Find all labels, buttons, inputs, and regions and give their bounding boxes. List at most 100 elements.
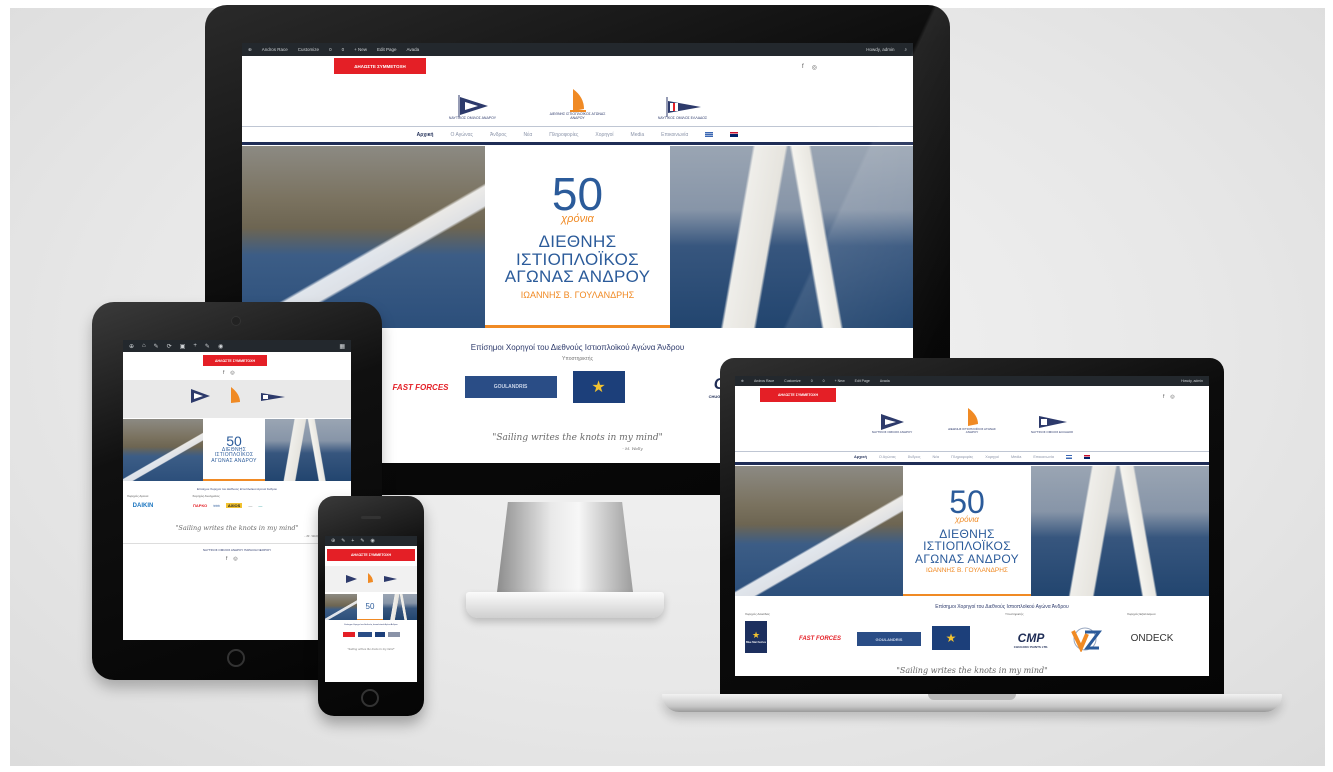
facebook-icon[interactable]: f: [223, 370, 224, 376]
flag-pennant-icon: [384, 576, 397, 582]
sponsor-logo[interactable]: [342, 632, 355, 637]
sponsor-bluestar[interactable]: ★ Blue Star Ferries: [745, 621, 767, 653]
sponsor-star-logo[interactable]: ★: [572, 371, 625, 403]
nav-item[interactable]: Άνδρος: [490, 132, 507, 138]
wordpress-icon[interactable]: ⊕: [248, 47, 252, 53]
sponsor-ondeck[interactable]: ONDECK: [1125, 632, 1179, 644]
nav-item[interactable]: Νέα: [524, 132, 533, 138]
nav-item[interactable]: Χορηγοί: [595, 132, 613, 138]
sponsor-logo[interactable]: [357, 632, 372, 637]
sponsor-fastforces[interactable]: FAST FORCES: [790, 634, 850, 644]
greek-flag-icon[interactable]: [705, 132, 714, 137]
social-icons: f ◎: [802, 64, 817, 71]
sponsor-logo[interactable]: —: [248, 503, 252, 508]
facebook-icon[interactable]: f: [226, 556, 227, 562]
sponsor-logo[interactable]: AXIOS: [225, 503, 243, 508]
admin-bar-item[interactable]: Andros Race: [262, 47, 288, 52]
sponsor-cmp[interactable]: CMP CHUGOKU PAINTS LTD.: [1003, 628, 1059, 652]
nav-item[interactable]: Ο Αγώνας: [451, 132, 473, 138]
brush-icon[interactable]: ✎: [341, 538, 345, 544]
admin-bar-item[interactable]: Customize: [298, 47, 319, 52]
sponsor-goulandris[interactable]: GOULANDRIS: [857, 632, 921, 646]
hellenic-club-logo[interactable]: ΝΑΥΤΙΚΟΣ ΟΜΙΛΟΣ ΕΛΛΑΔΟΣ: [1024, 413, 1080, 434]
nav-item[interactable]: Media: [631, 132, 645, 138]
admin-bar-item[interactable]: 0: [329, 47, 332, 52]
plus-icon[interactable]: +: [351, 538, 354, 544]
pennant-icon: [191, 389, 210, 403]
avada-icon[interactable]: ◉: [371, 538, 375, 544]
participate-button[interactable]: ΔΗΛΩΣΤΕ ΣΥΜΜΕΤΟΧΗ: [327, 549, 415, 561]
nav-item[interactable]: Ο Αγώνας: [879, 455, 896, 459]
nav-item[interactable]: Χορηγοί: [985, 455, 999, 459]
sponsor-goulandris[interactable]: GOULANDRIS: [464, 376, 557, 398]
nav-item[interactable]: Νέα: [932, 455, 939, 459]
plus-icon[interactable]: +: [193, 343, 197, 349]
nav-item[interactable]: Πληροφορίες: [549, 132, 578, 138]
club-logo[interactable]: ΝΑΥΤΙΚΟΣ ΟΜΙΛΟΣ ΑΝΔΡΟΥ: [864, 413, 920, 434]
participate-button[interactable]: ΔΗΛΩΣΤΕ ΣΥΜΜΕΤΟΧΗ: [334, 58, 426, 74]
nav-item[interactable]: Επικοινωνία: [661, 132, 688, 138]
sponsor-label: Υποστηρικτής: [1005, 612, 1024, 616]
admin-bar-item[interactable]: + New: [354, 47, 367, 52]
admin-greeting[interactable]: Howdy, admin: [866, 47, 894, 52]
admin-bar-item[interactable]: 0: [811, 379, 813, 383]
admin-bar-item[interactable]: Avada: [407, 47, 420, 52]
admin-bar-item[interactable]: 0: [823, 379, 825, 383]
instagram-icon[interactable]: ◎: [1170, 394, 1174, 400]
phone-speaker: [361, 516, 381, 519]
nav-item[interactable]: Άνδρος: [908, 455, 921, 459]
sponsor-logo[interactable]: ΠΑΡΚΟ: [193, 503, 207, 508]
flag-pennant-icon: [261, 393, 285, 401]
sponsor-star-logo[interactable]: ★: [932, 626, 970, 650]
admin-bar-item[interactable]: Edit Page: [377, 47, 397, 52]
brush-icon[interactable]: ✎: [154, 343, 159, 350]
wordpress-icon[interactable]: ⊕: [331, 538, 335, 544]
banner-line-3: ΑΓΩΝΑΣ ΑΝΔΡΟΥ: [504, 267, 651, 287]
race-logo[interactable]: ΔΙΕΘΝΗΣ ΙΣΤΙΟΠΛΟΪΚΟΣ ΑΓΩΝΑΣ ΑΝΔΡΟΥ: [548, 87, 608, 121]
race-logo[interactable]: ΔΙΕΘΝΗΣ ΙΣΤΙΟΠΛΟΪΚΟΣ ΑΓΩΝΑΣ ΑΝΔΡΟΥ: [948, 406, 996, 435]
admin-greeting[interactable]: Howdy, admin: [1181, 379, 1203, 383]
sponsor-logo[interactable]: ≈≈≈: [213, 503, 220, 508]
edit-icon[interactable]: ✎: [360, 538, 364, 544]
admin-bar-item[interactable]: Edit Page: [855, 379, 870, 383]
instagram-icon[interactable]: ◎: [233, 556, 237, 562]
nav-item[interactable]: Επικοινωνία: [1033, 455, 1054, 459]
phone-home-button[interactable]: [361, 689, 379, 707]
user-icon[interactable]: ▦: [339, 343, 345, 350]
facebook-icon[interactable]: f: [1163, 394, 1164, 400]
nav-item[interactable]: Πληροφορίες: [951, 455, 973, 459]
sponsor-logo[interactable]: —: [258, 503, 262, 508]
nav-item-home[interactable]: Αρχική: [417, 132, 434, 138]
sponsor-daikin[interactable]: DAIKIN: [127, 501, 159, 511]
avada-icon[interactable]: ◉: [218, 343, 223, 350]
sponsor-logo[interactable]: [374, 632, 385, 637]
nav-item[interactable]: Media: [1011, 455, 1021, 459]
sponsor-vz[interactable]: [1067, 626, 1103, 653]
admin-bar-item[interactable]: Andros Race: [754, 379, 774, 383]
club-logo[interactable]: ΝΑΥΤΙΚΟΣ ΟΜΙΛΟΣ ΑΝΔΡΟΥ: [438, 95, 508, 121]
hellenic-club-logo[interactable]: ΝΑΥΤΙΚΟΣ ΟΜΙΛΟΣ ΕΛΛΑΔΟΣ: [648, 97, 718, 121]
uk-flag-icon[interactable]: [1083, 455, 1090, 459]
wordpress-icon[interactable]: ⊕: [741, 379, 744, 383]
refresh-icon[interactable]: ⟳: [167, 343, 172, 350]
tablet-home-button[interactable]: [227, 649, 245, 667]
sponsor-fastforces[interactable]: FAST FORCES: [389, 376, 448, 398]
instagram-icon[interactable]: ◎: [230, 370, 234, 376]
admin-bar-item[interactable]: Avada: [880, 379, 890, 383]
edit-icon[interactable]: ✎: [205, 343, 210, 350]
admin-bar-item[interactable]: 0: [342, 47, 345, 52]
sponsor-logo[interactable]: [387, 632, 400, 637]
uk-flag-icon[interactable]: [730, 132, 739, 137]
participate-button[interactable]: ΔΗΛΩΣΤΕ ΣΥΜΜΕΤΟΧΗ: [760, 388, 836, 402]
facebook-icon[interactable]: f: [802, 64, 804, 71]
admin-bar-item[interactable]: Customize: [784, 379, 801, 383]
comment-icon[interactable]: ▣: [180, 343, 186, 350]
instagram-icon[interactable]: ◎: [812, 64, 817, 71]
nav-item-home[interactable]: Αρχική: [854, 455, 867, 459]
wordpress-icon[interactable]: ⊕: [129, 343, 134, 350]
home-icon[interactable]: ⌂: [142, 343, 146, 349]
greek-flag-icon[interactable]: [1065, 455, 1072, 459]
admin-bar-item[interactable]: + New: [835, 379, 845, 383]
participate-button[interactable]: ΔΗΛΩΣΤΕ ΣΥΜΜΕΤΟΧΗ: [203, 355, 267, 366]
search-icon[interactable]: ⌕: [904, 47, 907, 52]
